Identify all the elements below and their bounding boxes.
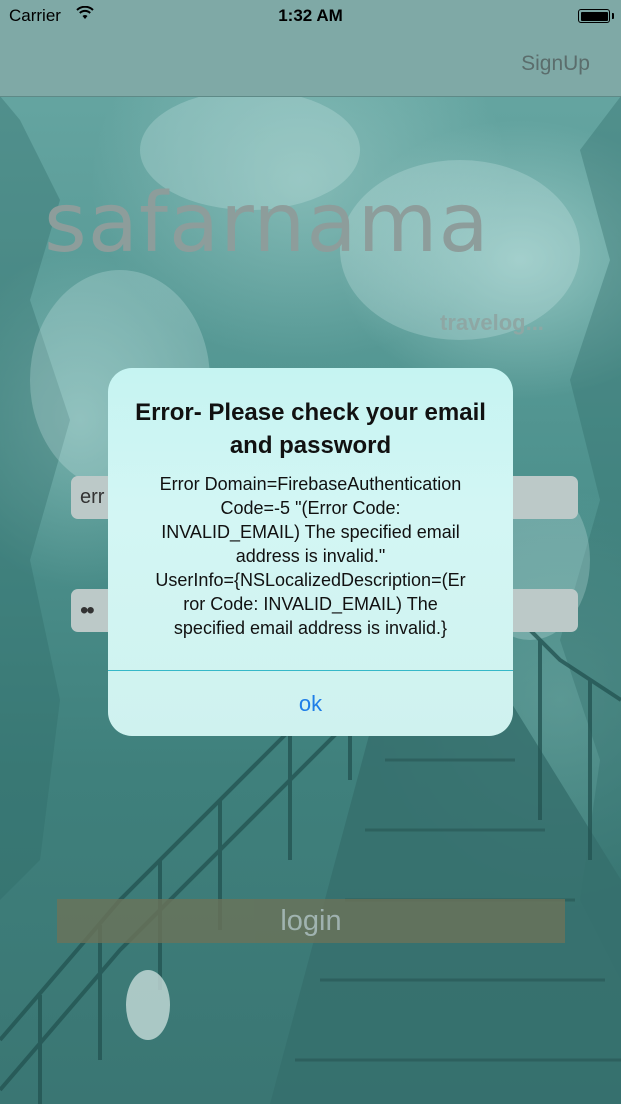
alert-message-line: specified email address is invalid.}: [173, 618, 448, 638]
app-logo: safarnama: [44, 176, 490, 271]
battery-icon: [578, 9, 614, 23]
alert-message-line: INVALID_EMAIL) The specified email: [161, 522, 460, 542]
error-alert-dialog: Error- Please check your email and passw…: [108, 368, 513, 736]
status-bar: Carrier 1:32 AM: [0, 0, 621, 32]
login-button[interactable]: login: [57, 899, 565, 943]
app-tagline: travelog...: [440, 310, 544, 335]
alert-title: Error- Please check your email and passw…: [135, 399, 486, 459]
alert-message-line: Error Domain=FirebaseAuthentication: [159, 474, 462, 494]
alert-ok-button[interactable]: ok: [108, 671, 513, 736]
alert-message-line: address is invalid.": [235, 546, 386, 566]
alert-message-line: ror Code: INVALID_EMAIL) The: [183, 594, 438, 614]
alert-message-line: UserInfo={NSLocalizedDescription=(Er: [155, 570, 466, 590]
alert-message: Error Domain=FirebaseAuthentication Code…: [130, 472, 491, 640]
navigation-bar: SignUp: [0, 32, 621, 97]
signup-button[interactable]: SignUp: [521, 52, 590, 76]
clock: 1:32 AM: [278, 6, 343, 25]
alert-message-line: Code=-5 "(Error Code:: [220, 498, 401, 518]
